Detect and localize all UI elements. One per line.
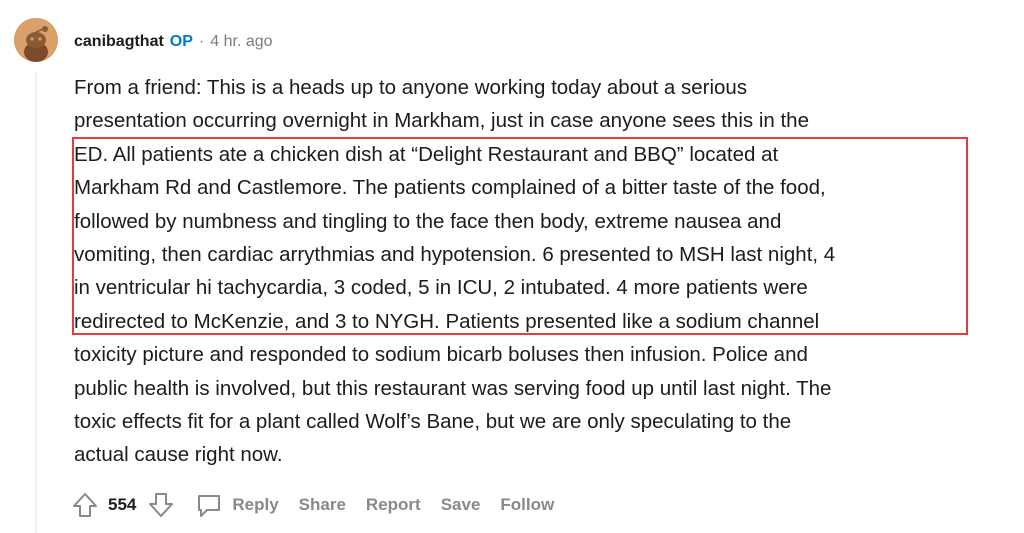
comment-body-line: Markham Rd and Castlemore. The patients … — [74, 176, 826, 200]
comment-body-line: vomiting, then cardiac arrythmias and hy… — [74, 242, 836, 266]
reply-button[interactable]: Reply — [194, 490, 279, 520]
upvote-arrow-icon[interactable] — [70, 490, 100, 520]
share-button[interactable]: Share — [299, 495, 346, 515]
comment-body-line: in ventricular hi tachycardia, 3 coded, … — [74, 276, 808, 300]
follow-button[interactable]: Follow — [500, 495, 554, 515]
comment-body-line: redirected to McKenzie, and 3 to NYGH. P… — [74, 309, 820, 333]
comment-body-line: presentation occurring overnight in Mark… — [74, 109, 809, 133]
comment-timestamp[interactable]: 4 hr. ago — [210, 33, 272, 51]
username[interactable]: canibagthat — [74, 33, 164, 51]
thread-line[interactable] — [35, 72, 37, 533]
downvote-arrow-icon[interactable] — [146, 490, 176, 520]
save-button[interactable]: Save — [441, 495, 481, 515]
user-avatar[interactable] — [14, 18, 58, 62]
comment-body-line: From a friend: This is a heads up to any… — [74, 76, 748, 99]
comment-body-line: public health is involved, but this rest… — [74, 376, 832, 400]
comment-body-line: toxic effects fit for a plant called Wol… — [74, 409, 792, 433]
reply-label: Reply — [232, 495, 279, 514]
comment-header: canibagthat OP · 4 hr. ago — [74, 31, 273, 53]
comment-body-line: ED. All patients ate a chicken dish at “… — [74, 142, 779, 166]
comment-body-line: actual cause right now. — [74, 443, 283, 467]
comment-body: From a friend: This is a heads up to any… — [74, 71, 974, 472]
vote-count: 554 — [108, 495, 137, 514]
op-badge: OP — [169, 33, 193, 50]
comment-bubble-icon — [194, 490, 224, 520]
comment-body-line: toxicity picture and responded to sodium… — [74, 343, 808, 367]
snoo-avatar-icon — [14, 18, 58, 62]
report-button[interactable]: Report — [366, 495, 421, 515]
meta-separator: · — [198, 33, 205, 50]
comment-body-line: followed by numbness and tingling to the… — [74, 209, 782, 233]
comment-actions: 554 Reply Share Report Save Follow — [70, 487, 554, 523]
